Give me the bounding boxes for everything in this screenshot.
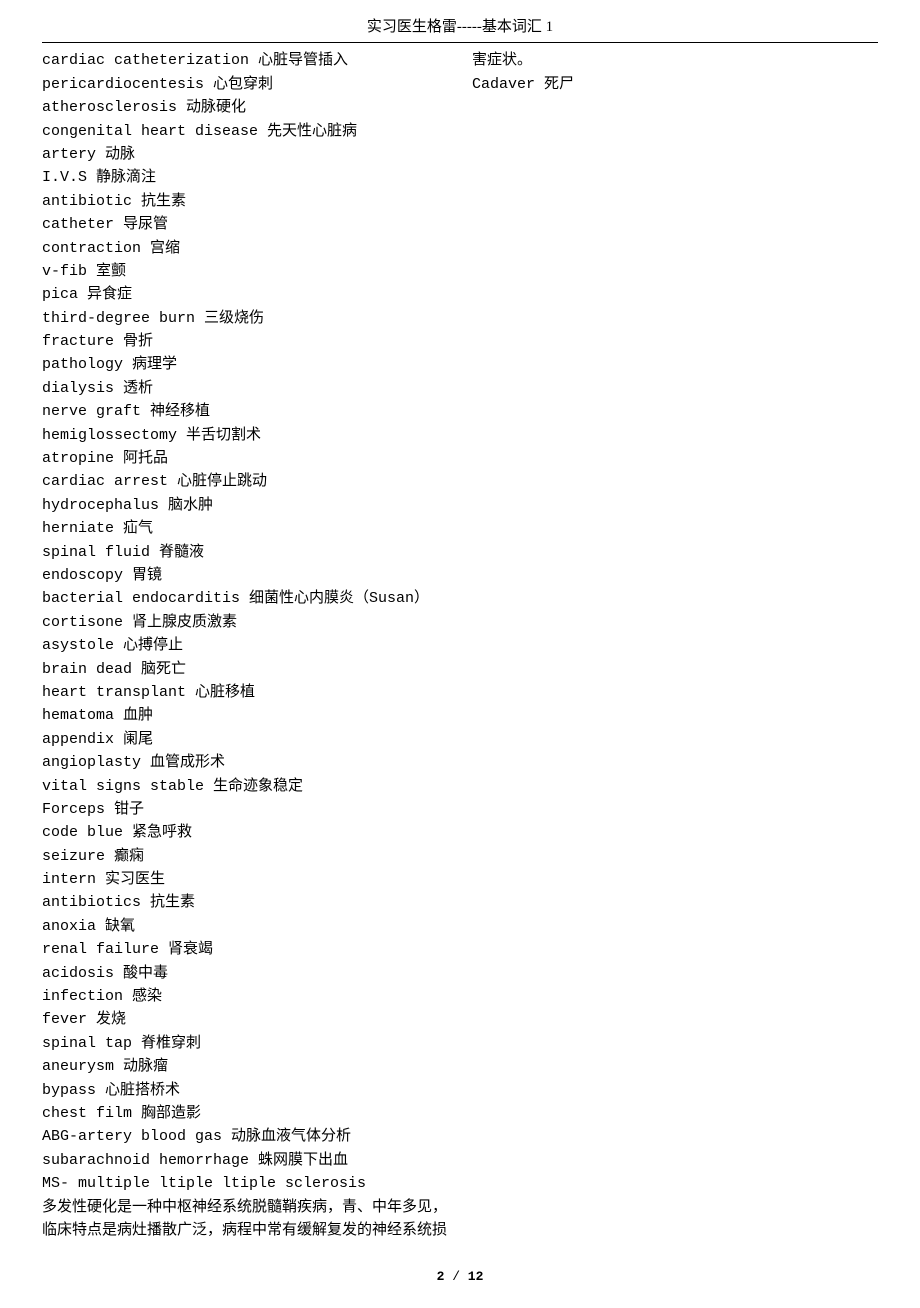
vocabulary-term: code blue 紧急呼救 bbox=[42, 821, 448, 844]
vocabulary-term: contraction 宫缩 bbox=[42, 237, 448, 260]
vocabulary-term: cardiac arrest 心脏停止跳动 bbox=[42, 470, 448, 493]
vocabulary-term: aneurysm 动脉瘤 bbox=[42, 1055, 448, 1078]
vocabulary-term: cortisone 肾上腺皮质激素 bbox=[42, 611, 448, 634]
vocabulary-term: pericardiocentesis 心包穿刺 bbox=[42, 73, 448, 96]
vocabulary-term: intern 实习医生 bbox=[42, 868, 448, 891]
vocabulary-term: hydrocephalus 脑水肿 bbox=[42, 494, 448, 517]
vocabulary-term: third-degree burn 三级烧伤 bbox=[42, 307, 448, 330]
vocabulary-term: Cadaver 死尸 bbox=[472, 73, 878, 96]
vocabulary-term: antibiotics 抗生素 bbox=[42, 891, 448, 914]
vocabulary-term: v-fib 室颤 bbox=[42, 260, 448, 283]
vocabulary-term: bypass 心脏搭桥术 bbox=[42, 1079, 448, 1102]
vocabulary-term: spinal fluid 脊髓液 bbox=[42, 541, 448, 564]
vocabulary-term: I.V.S 静脉滴注 bbox=[42, 166, 448, 189]
vocabulary-term: herniate 疝气 bbox=[42, 517, 448, 540]
vocabulary-term: pica 异食症 bbox=[42, 283, 448, 306]
vocabulary-term: pathology 病理学 bbox=[42, 353, 448, 376]
vocabulary-term: endoscopy 胃镜 bbox=[42, 564, 448, 587]
vocabulary-columns: cardiac catheterization 心脏导管插入pericardio… bbox=[42, 49, 878, 1259]
vocabulary-term: bacterial endocarditis 细菌性心内膜炎（Susan） bbox=[42, 587, 448, 610]
vocabulary-term: infection 感染 bbox=[42, 985, 448, 1008]
vocabulary-term: cardiac catheterization 心脏导管插入 bbox=[42, 49, 448, 72]
vocabulary-term: MS- multiple ltiple ltiple sclerosis bbox=[42, 1172, 448, 1195]
vocabulary-term: catheter 导尿管 bbox=[42, 213, 448, 236]
vocabulary-term: Forceps 钳子 bbox=[42, 798, 448, 821]
vocabulary-term: fever 发烧 bbox=[42, 1008, 448, 1031]
vocabulary-term: nerve graft 神经移植 bbox=[42, 400, 448, 423]
vocabulary-term: hemiglossectomy 半舌切割术 bbox=[42, 424, 448, 447]
vocabulary-term: heart transplant 心脏移植 bbox=[42, 681, 448, 704]
vocabulary-term: hematoma 血肿 bbox=[42, 704, 448, 727]
vocabulary-term: angioplasty 血管成形术 bbox=[42, 751, 448, 774]
vocabulary-term: antibiotic 抗生素 bbox=[42, 190, 448, 213]
vocabulary-term: subarachnoid hemorrhage 蛛网膜下出血 bbox=[42, 1149, 448, 1172]
vocabulary-term: acidosis 酸中毒 bbox=[42, 962, 448, 985]
vocabulary-term: chest film 胸部造影 bbox=[42, 1102, 448, 1125]
vocabulary-term: atropine 阿托品 bbox=[42, 447, 448, 470]
page-sep: / bbox=[444, 1269, 467, 1284]
vocabulary-term: atherosclerosis 动脉硬化 bbox=[42, 96, 448, 119]
page-total: 12 bbox=[468, 1269, 484, 1284]
page-footer: 2 / 12 bbox=[42, 1267, 878, 1287]
vocabulary-term: renal failure 肾衰竭 bbox=[42, 938, 448, 961]
vocabulary-term: fracture 骨折 bbox=[42, 330, 448, 353]
vocabulary-term: appendix 阑尾 bbox=[42, 728, 448, 751]
vocabulary-term: artery 动脉 bbox=[42, 143, 448, 166]
vocabulary-term: ABG-artery blood gas 动脉血液气体分析 bbox=[42, 1125, 448, 1148]
vocabulary-term: seizure 癫痫 bbox=[42, 845, 448, 868]
vocabulary-term: brain dead 脑死亡 bbox=[42, 658, 448, 681]
vocabulary-term: spinal tap 脊椎穿刺 bbox=[42, 1032, 448, 1055]
vocabulary-term: dialysis 透析 bbox=[42, 377, 448, 400]
vocabulary-term: congenital heart disease 先天性心脏病 bbox=[42, 120, 448, 143]
page-header: 实习医生格雷-----基本词汇 1 bbox=[42, 16, 878, 43]
vocabulary-term: vital signs stable 生命迹象稳定 bbox=[42, 775, 448, 798]
vocabulary-term: asystole 心搏停止 bbox=[42, 634, 448, 657]
vocabulary-term: anoxia 缺氧 bbox=[42, 915, 448, 938]
